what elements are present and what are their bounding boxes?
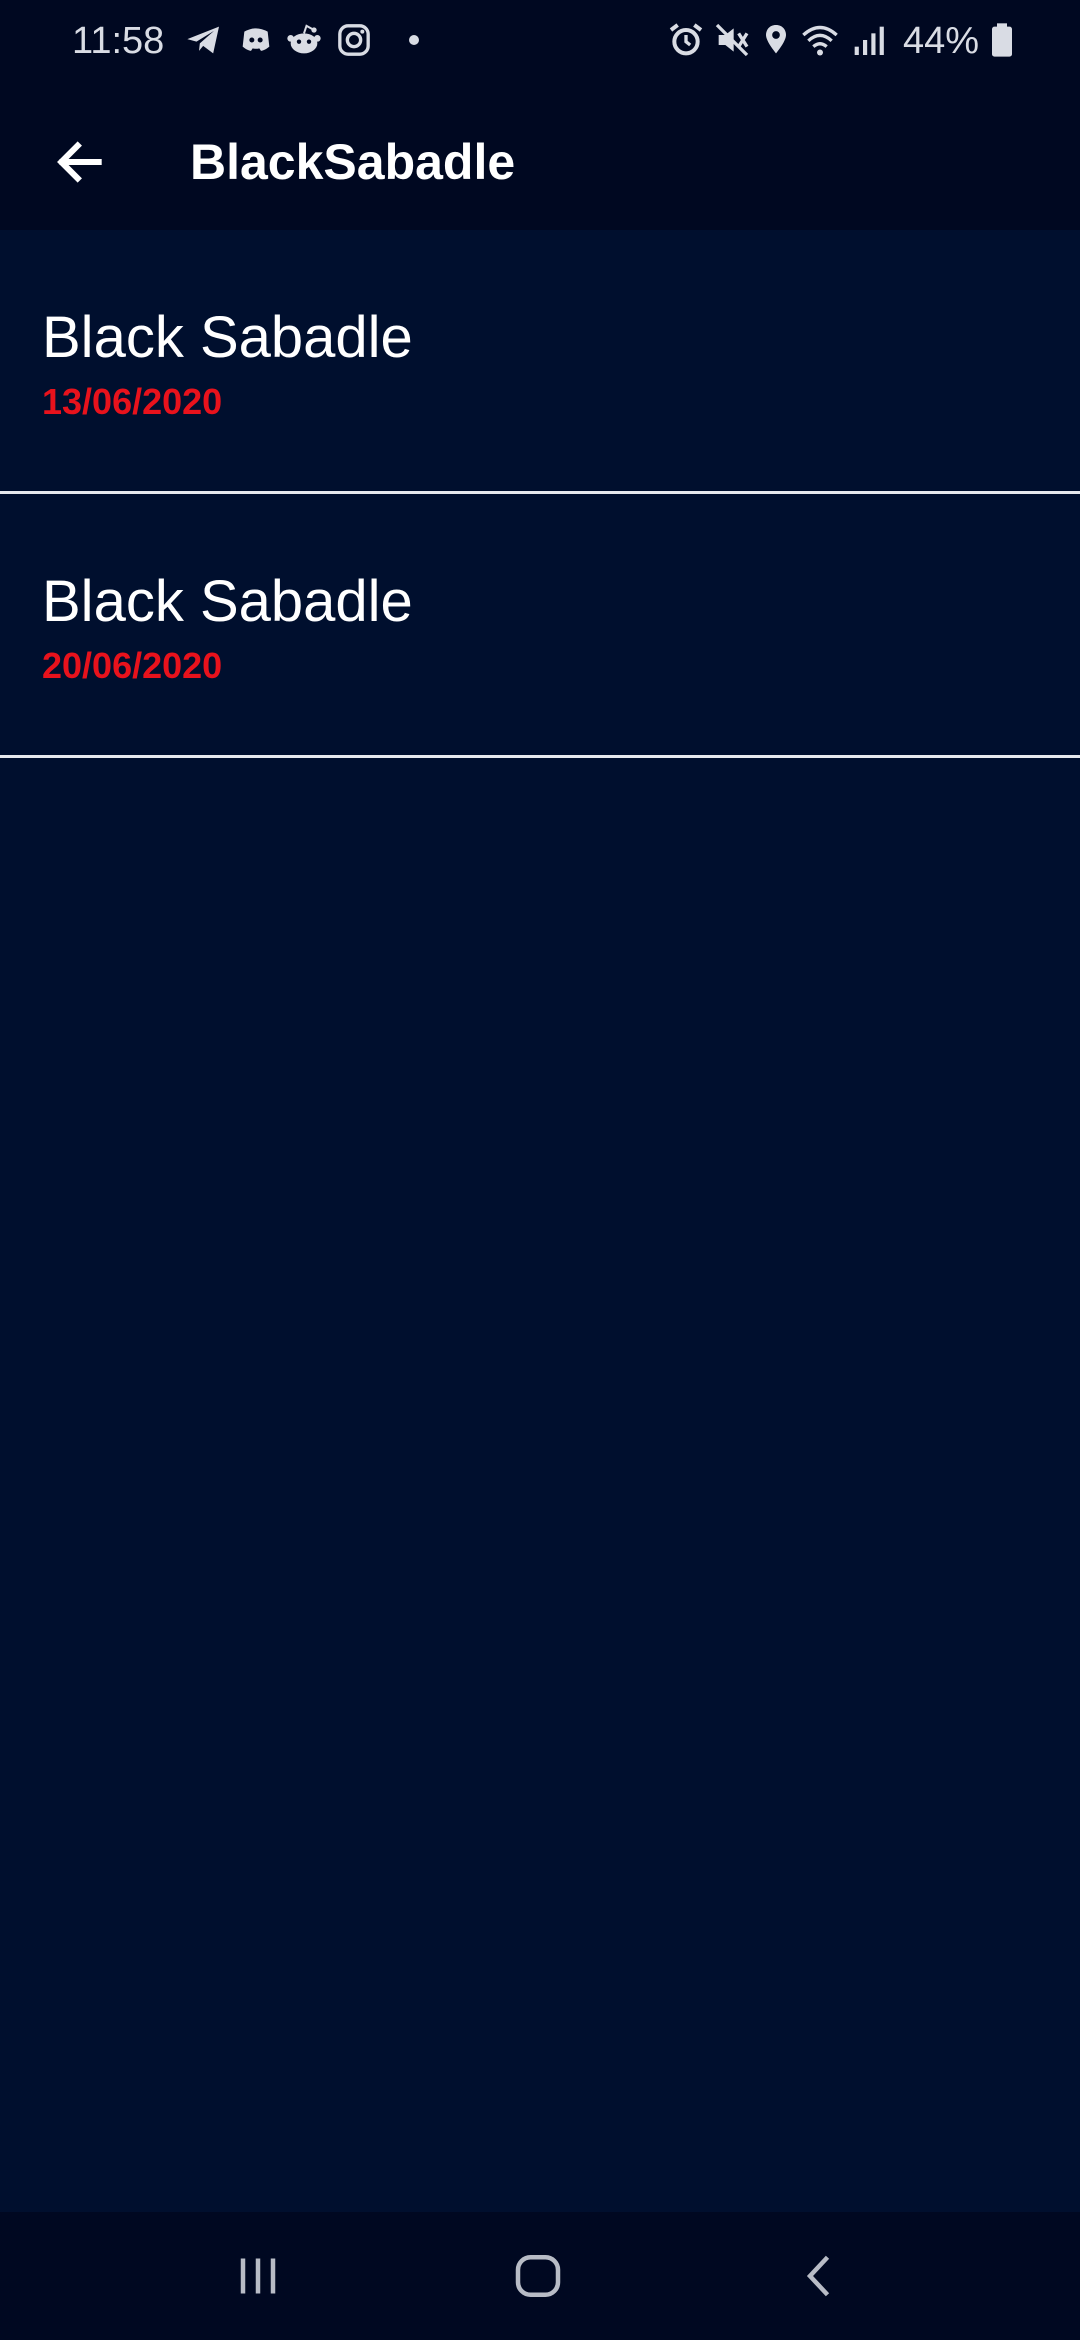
dot-icon — [384, 20, 424, 60]
event-list: Black Sabadle 13/06/2020 Black Sabadle 2… — [0, 230, 1080, 758]
reddit-icon — [284, 20, 324, 60]
system-back-button[interactable] — [780, 2236, 860, 2316]
battery-icon — [982, 20, 1022, 60]
telegram-icon — [184, 20, 224, 60]
recent-apps-button[interactable] — [218, 2236, 298, 2316]
back-icon — [806, 2255, 830, 2297]
list-item[interactable]: Black Sabadle 13/06/2020 — [0, 230, 1080, 494]
status-bar: 11:58 44% — [0, 0, 1080, 82]
home-icon — [515, 2255, 561, 2297]
back-button[interactable] — [40, 122, 120, 202]
status-time: 11:58 — [72, 20, 165, 62]
item-date: 20/06/2020 — [42, 645, 223, 686]
home-button[interactable] — [498, 2236, 578, 2316]
app-bar: BlackSabadle — [0, 82, 1080, 230]
list-item[interactable]: Black Sabadle 20/06/2020 — [0, 494, 1080, 758]
item-title: Black Sabadle — [42, 305, 413, 370]
page-title: BlackSabadle — [190, 134, 516, 190]
app-screen: 11:58 44% BlackSabadle Black Sabadle 13/… — [0, 0, 1080, 2340]
location-icon — [756, 20, 796, 60]
arrow-back-icon — [57, 141, 102, 183]
alarm-icon — [666, 20, 706, 60]
battery-percent: 44% — [903, 20, 980, 62]
item-date: 13/06/2020 — [42, 381, 223, 422]
wifi-icon — [800, 20, 840, 60]
vibrate-mute-icon — [712, 20, 752, 60]
recent-apps-icon — [240, 2258, 276, 2294]
navigation-bar — [0, 2212, 1080, 2340]
instagram-icon — [334, 20, 374, 60]
item-title: Black Sabadle — [42, 569, 413, 634]
signal-icon — [848, 20, 888, 60]
discord-icon — [236, 20, 276, 60]
